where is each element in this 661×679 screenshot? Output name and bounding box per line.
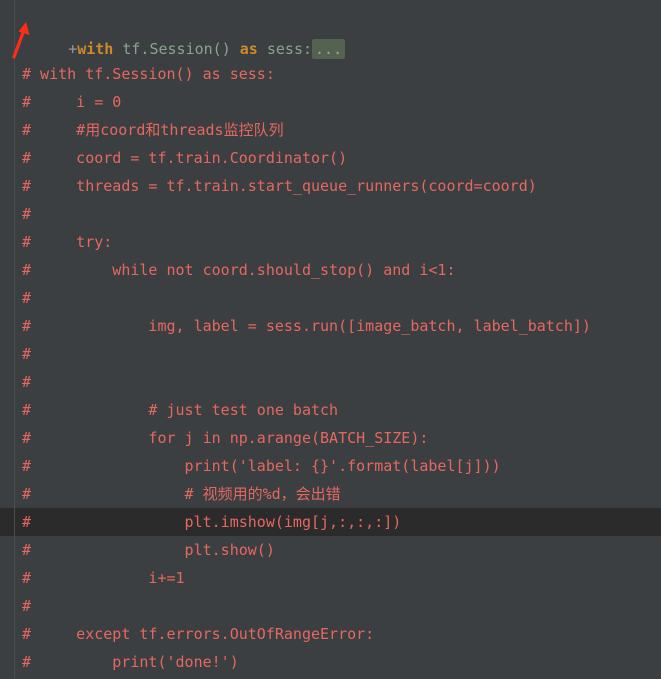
fold-placeholder-ellipsis[interactable]: ... xyxy=(312,39,346,59)
keyword-with: with xyxy=(77,40,114,58)
code-line[interactable]: # plt.show() xyxy=(0,536,661,564)
code-line-text: # xyxy=(22,205,32,223)
code-line-text: # i+=1 xyxy=(22,569,185,587)
code-line[interactable]: # for j in np.arange(BATCH_SIZE): xyxy=(0,424,661,452)
code-line[interactable]: # coord = tf.train.Coordinator() xyxy=(0,144,661,172)
code-line[interactable]: # xyxy=(0,368,661,396)
code-line[interactable]: # while not coord.should_stop() and i<1: xyxy=(0,256,661,284)
code-line[interactable]: # img, label = sess.run([image_batch, la… xyxy=(0,312,661,340)
code-line-text: # #用coord和threads监控队列 xyxy=(22,121,284,139)
code-line-text: # xyxy=(22,345,32,363)
code-line[interactable]: # i = 0 xyxy=(0,88,661,116)
code-line-current[interactable]: # plt.imshow(img[j,:,:,:]) xyxy=(0,508,661,536)
code-line-text: # img, label = sess.run([image_batch, la… xyxy=(22,317,591,335)
code-line-text: # print('done!') xyxy=(22,653,239,671)
colon-token: : xyxy=(303,40,313,58)
code-editor-pane[interactable]: +with tf.Session() as sess:... # with tf… xyxy=(0,0,661,679)
code-line[interactable]: # xyxy=(0,284,661,312)
code-line[interactable]: # # just test one batch xyxy=(0,396,661,424)
code-line-text: # except tf.errors.OutOfRangeError: xyxy=(22,625,375,643)
code-line-folded-with-session[interactable]: +with tf.Session() as sess:... xyxy=(0,0,661,59)
code-line[interactable]: # print('done!') xyxy=(0,648,661,676)
code-line[interactable]: # #用coord和threads监控队列 xyxy=(0,116,661,144)
code-line[interactable]: # try: xyxy=(0,228,661,256)
code-line-text: # xyxy=(22,373,32,391)
code-line[interactable]: # xyxy=(0,340,661,368)
code-line[interactable]: # xyxy=(0,200,661,228)
code-line-text: # for j in np.arange(BATCH_SIZE): xyxy=(22,429,429,447)
code-lines-list[interactable]: # with tf.Session() as sess: # i = 0 # #用c… xyxy=(0,60,661,676)
code-line-text: # xyxy=(22,289,32,307)
code-line-text: # print('label: {}'.format(label[j])) xyxy=(22,457,501,475)
code-line-text: # coord = tf.train.Coordinator() xyxy=(22,149,348,167)
code-line-text: # threads = tf.train.start_queue_runners… xyxy=(22,177,537,195)
code-content-area[interactable]: +with tf.Session() as sess:... # with tf… xyxy=(0,0,661,679)
code-line-text: # while not coord.should_stop() and i<1: xyxy=(22,261,456,279)
code-line[interactable]: # # 视频用的%d，会出错 xyxy=(0,480,661,508)
code-line-text: # try: xyxy=(22,233,113,251)
code-line-text: # with tf.Session() as sess: xyxy=(22,65,275,83)
code-line[interactable]: # threads = tf.train.start_queue_runners… xyxy=(0,172,661,200)
code-line-text: # xyxy=(22,597,32,615)
code-line-text: # i = 0 xyxy=(22,93,122,111)
variable-sess: sess xyxy=(257,40,303,58)
code-line[interactable]: # print('label: {}'.format(label[j])) xyxy=(0,452,661,480)
module-expression: tf.Session() xyxy=(113,40,240,58)
code-line-text: # # 视频用的%d，会出错 xyxy=(22,485,341,503)
code-line[interactable]: # i+=1 xyxy=(0,564,661,592)
keyword-as: as xyxy=(239,40,258,58)
code-line[interactable]: # except tf.errors.OutOfRangeError: xyxy=(0,620,661,648)
code-line[interactable]: # xyxy=(0,592,661,620)
code-line-text: # plt.imshow(img[j,:,:,:]) xyxy=(22,513,402,531)
fold-expand-toggle-icon[interactable]: + xyxy=(68,40,77,58)
code-line[interactable]: # with tf.Session() as sess: xyxy=(0,60,661,88)
code-line-text: # # just test one batch xyxy=(22,401,339,419)
code-line-text: # plt.show() xyxy=(22,541,275,559)
